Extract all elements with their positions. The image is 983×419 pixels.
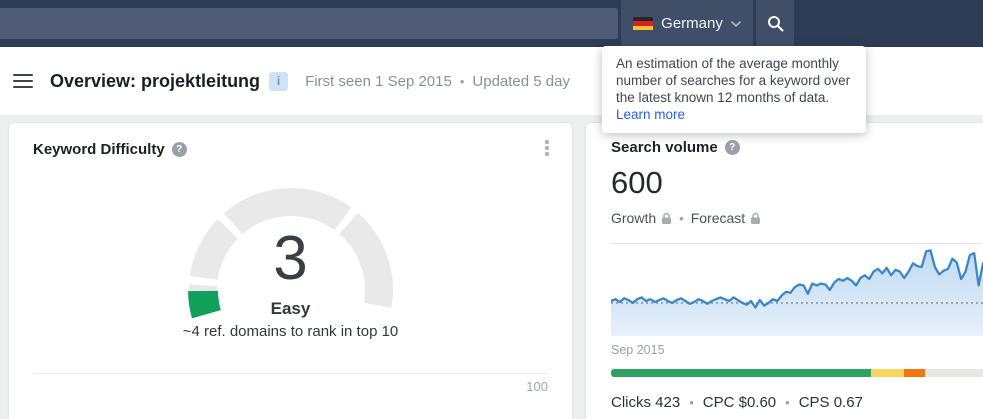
chevron-down-icon: [731, 20, 741, 27]
keyword-search-input[interactable]: [0, 8, 618, 39]
forecast-locked-link[interactable]: Forecast: [691, 210, 761, 226]
updated-label: Updated 5 day: [472, 72, 570, 90]
tooltip-text: An estimation of the average monthly num…: [616, 56, 851, 105]
kd-band-label: Easy: [270, 299, 311, 318]
lock-icon: [662, 212, 672, 224]
navbar-controls: Germany: [621, 0, 794, 47]
volume-metrics-row: Clicks 423 • CPC $0.60 • CPS 0.67: [611, 394, 983, 411]
kd-subtitle: ~4 ref. domains to rank in top 10: [182, 323, 399, 340]
kd-card-title: Keyword Difficulty: [33, 141, 165, 158]
keyword-difficulty-card: Keyword Difficulty ? 3 Easy ~4 ref. doma…: [8, 122, 573, 419]
volume-trend-chart: [611, 243, 983, 337]
volume-sub-row: Growth • Forecast: [611, 210, 983, 226]
learn-more-link[interactable]: Learn more: [616, 107, 685, 122]
search-icon: [767, 16, 783, 32]
germany-flag-icon: [633, 16, 654, 31]
bullet-separator: •: [459, 73, 465, 89]
metric-item: CPS 0.67: [798, 394, 863, 411]
country-selector[interactable]: Germany: [621, 0, 756, 47]
info-badge[interactable]: i: [269, 71, 289, 91]
menu-button[interactable]: [13, 73, 33, 89]
search-volume-value: 600: [611, 165, 663, 200]
kd-max-label: 100: [526, 379, 548, 394]
lock-icon: [751, 212, 761, 224]
bullet-separator: •: [679, 210, 684, 226]
volume-card-title: Search volume: [611, 139, 718, 156]
search-volume-card: Search volume ? 600 Growth • Forecast Se…: [585, 122, 983, 419]
bar-segment-no-clicks: [904, 369, 925, 377]
forecast-label: Forecast: [690, 210, 746, 226]
kd-score: 3: [273, 224, 308, 293]
chart-start-label: Sep 2015: [611, 343, 665, 357]
help-icon[interactable]: ?: [171, 142, 187, 157]
kd-divider: [33, 373, 548, 374]
top-navbar: Germany: [0, 0, 983, 47]
page-title: Overview: projektleitung: [50, 70, 261, 91]
clicks-distribution-bar: [611, 369, 983, 377]
bullet-separator: •: [689, 395, 694, 410]
difficulty-gauge: 3 Easy ~4 ref. domains to rank in top 10: [176, 184, 406, 346]
help-icon[interactable]: ?: [724, 140, 740, 155]
search-volume-tooltip: An estimation of the average monthly num…: [602, 46, 866, 133]
bar-segment-remainder: [924, 369, 983, 377]
growth-label: Growth: [611, 210, 657, 226]
search-button[interactable]: [756, 0, 794, 47]
app-window: Germany Overview: projektleitung i First…: [0, 0, 983, 419]
growth-locked-link[interactable]: Growth: [611, 210, 672, 226]
country-label: Germany: [661, 15, 723, 32]
metric-item: CPC $0.60: [702, 394, 777, 411]
bullet-separator: •: [785, 395, 790, 410]
keyword-meta: First seen 1 Sep 2015 • Updated 5 day: [305, 73, 570, 90]
bar-segment-paid-clicks: [871, 369, 905, 377]
bar-segment-organic-clicks: [611, 369, 872, 377]
first-seen-label: First seen 1 Sep 2015: [305, 72, 452, 90]
metric-item: Clicks 423: [611, 394, 681, 411]
more-options-button[interactable]: [536, 137, 558, 159]
